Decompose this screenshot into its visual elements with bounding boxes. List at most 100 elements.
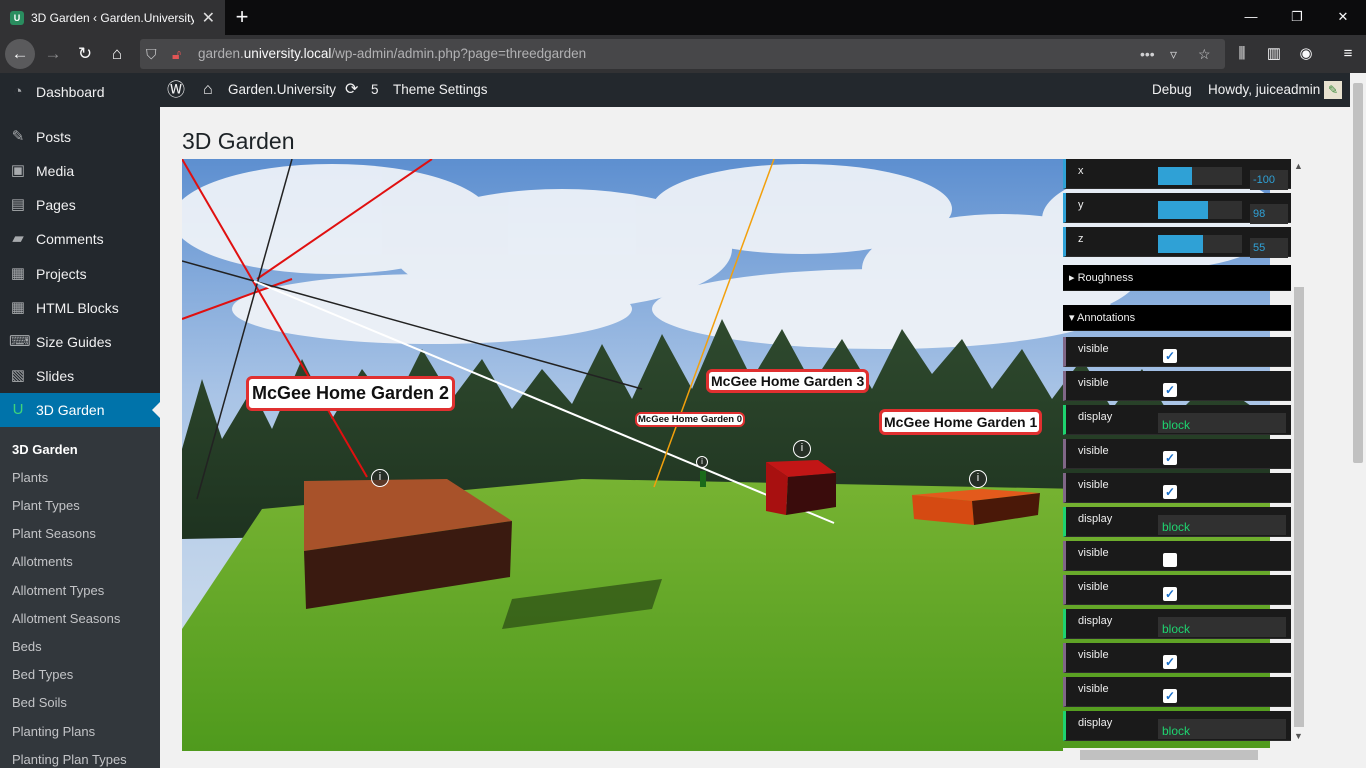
site-name-link[interactable]: Garden.University: [228, 73, 336, 107]
avatar[interactable]: ✎: [1324, 81, 1342, 99]
submenu-item-allotments[interactable]: Allotments: [12, 554, 73, 569]
info-icon[interactable]: i: [371, 469, 389, 487]
browser-tabbar: U 3D Garden ‹ Garden.University — ✕ + — …: [0, 0, 1366, 35]
display-text-field[interactable]: block: [1158, 719, 1286, 739]
gui-row-visible: visible ✓: [1063, 677, 1291, 707]
new-tab-button[interactable]: +: [230, 3, 254, 31]
shield-icon[interactable]: ⛉: [146, 39, 157, 69]
visible-checkbox[interactable]: ✓: [1163, 349, 1177, 363]
sidebar-toggle-icon[interactable]: ▥: [1260, 39, 1288, 69]
scrollbar-thumb[interactable]: [1353, 83, 1363, 463]
url-bar[interactable]: ⛉ 🔓︎ garden.university.local/wp-admin/ad…: [140, 39, 1225, 69]
visible-checkbox[interactable]: ✓: [1163, 451, 1177, 465]
z-number-field[interactable]: 55: [1250, 238, 1288, 258]
x-slider[interactable]: [1158, 167, 1242, 185]
info-icon[interactable]: i: [696, 456, 708, 468]
home-icon[interactable]: ⌂: [203, 73, 213, 107]
display-text-field[interactable]: block: [1158, 413, 1286, 433]
scrollbar-thumb[interactable]: [1294, 287, 1304, 727]
display-text-field[interactable]: block: [1158, 515, 1286, 535]
submenu-item-plant-types[interactable]: Plant Types: [12, 498, 80, 513]
visible-checkbox[interactable]: ✓: [1163, 383, 1177, 397]
url-host: university.local: [243, 46, 332, 61]
sidebar-item-label: Slides: [36, 368, 75, 384]
sidebar-item-posts[interactable]: ✎ Posts: [0, 120, 160, 154]
menu-icon[interactable]: ≡: [1334, 39, 1362, 69]
library-icon[interactable]: ⫼: [1228, 39, 1256, 69]
display-text-field[interactable]: block: [1158, 617, 1286, 637]
gui-scrollbar[interactable]: ▲ ▼: [1291, 159, 1307, 745]
browser-tab[interactable]: U 3D Garden ‹ Garden.University — ✕: [0, 0, 225, 35]
submenu-item-bed-types[interactable]: Bed Types: [12, 667, 73, 682]
insecure-lock-icon[interactable]: 🔓︎: [172, 39, 181, 69]
wordpress-logo-icon[interactable]: Ⓦ: [167, 73, 185, 107]
info-icon[interactable]: i: [793, 440, 811, 458]
gui-label: visible: [1078, 683, 1109, 695]
sidebar-item-pages[interactable]: ▤ Pages: [0, 188, 160, 222]
visible-checkbox[interactable]: ✓: [1163, 655, 1177, 669]
minimize-button[interactable]: —: [1228, 0, 1274, 35]
gui-label: visible: [1078, 479, 1109, 491]
submenu-item-planting-plan-types[interactable]: Planting Plan Types: [12, 752, 127, 767]
sidebar-item-slides[interactable]: ▧ Slides: [0, 359, 160, 393]
back-button[interactable]: ←: [5, 39, 35, 69]
sidebar-item-dashboard[interactable]: ◔ Dashboard: [0, 75, 160, 109]
visible-checkbox[interactable]: ✓: [1163, 485, 1177, 499]
restore-button[interactable]: ❐: [1274, 0, 1320, 35]
gui-horizontal-scrollbar[interactable]: [1063, 748, 1291, 762]
sidebar-item-size-guides[interactable]: ⌨ Size Guides: [0, 325, 160, 359]
garden-label-2[interactable]: McGee Home Garden 2: [246, 376, 456, 411]
sidebar-item-label: Pages: [36, 197, 76, 213]
sidebar-item-html-blocks[interactable]: ▦ HTML Blocks: [0, 291, 160, 325]
gui-label: visible: [1078, 445, 1109, 457]
updates-icon[interactable]: ⟳: [345, 73, 358, 107]
scrollbar-thumb[interactable]: [1080, 750, 1258, 760]
home-icon[interactable]: ⌂: [102, 39, 132, 69]
page-scrollbar[interactable]: [1350, 73, 1366, 768]
garden-label-3[interactable]: McGee Home Garden 3: [706, 369, 870, 393]
submenu-item-planting-plans[interactable]: Planting Plans: [12, 724, 95, 739]
gui-label: visible: [1078, 343, 1109, 355]
gui-label: visible: [1078, 547, 1109, 559]
x-number-field[interactable]: -100: [1250, 170, 1288, 190]
page-title: 3D Garden: [182, 128, 295, 154]
visible-checkbox[interactable]: [1163, 553, 1177, 567]
sidebar-item-media[interactable]: ▣ Media: [0, 154, 160, 188]
submenu-item-3d-garden[interactable]: 3D Garden: [12, 442, 78, 457]
pocket-icon[interactable]: ▿: [1170, 39, 1177, 69]
garden-label-0[interactable]: McGee Home Garden 0: [635, 412, 746, 427]
updates-count[interactable]: 5: [371, 73, 379, 107]
howdy-user-link[interactable]: Howdy, juiceadmin: [1208, 73, 1320, 107]
submenu-item-allotment-seasons[interactable]: Allotment Seasons: [12, 611, 120, 626]
submenu-item-allotment-types[interactable]: Allotment Types: [12, 583, 104, 598]
grid-icon: ▦: [10, 299, 26, 316]
visible-checkbox[interactable]: ✓: [1163, 689, 1177, 703]
page-actions-icon[interactable]: •••: [1140, 39, 1155, 69]
forward-button[interactable]: →: [38, 39, 68, 69]
sidebar-item-projects[interactable]: ▦ Projects: [0, 257, 160, 291]
annotations-folder[interactable]: ▾ Annotations: [1063, 305, 1291, 331]
submenu-item-plants[interactable]: Plants: [12, 470, 48, 485]
y-number-field[interactable]: 98: [1250, 204, 1288, 224]
debug-link[interactable]: Debug: [1152, 73, 1192, 107]
scroll-down-icon[interactable]: ▼: [1294, 731, 1303, 741]
submenu-item-plant-seasons[interactable]: Plant Seasons: [12, 526, 96, 541]
submenu-item-bed-soils[interactable]: Bed Soils: [12, 695, 67, 710]
bookmark-star-icon[interactable]: ☆: [1198, 39, 1211, 69]
close-window-button[interactable]: ✕: [1320, 0, 1366, 35]
gui-row-visible: visible ✓: [1063, 575, 1291, 605]
y-slider[interactable]: [1158, 201, 1242, 219]
roughness-folder[interactable]: ▸ Roughness: [1063, 265, 1291, 291]
theme-settings-link[interactable]: Theme Settings: [393, 73, 488, 107]
z-slider[interactable]: [1158, 235, 1242, 253]
scroll-up-icon[interactable]: ▲: [1294, 161, 1303, 171]
garden-label-1[interactable]: McGee Home Garden 1: [879, 409, 1043, 435]
visible-checkbox[interactable]: ✓: [1163, 587, 1177, 601]
sidebar-item-comments[interactable]: ▰ Comments: [0, 222, 160, 256]
submenu-item-beds[interactable]: Beds: [12, 639, 42, 654]
reload-button[interactable]: ↻: [70, 39, 100, 69]
sidebar-item-3d-garden[interactable]: U 3D Garden: [0, 393, 160, 427]
account-icon[interactable]: ◉: [1292, 39, 1320, 69]
close-tab-icon[interactable]: ✕: [202, 8, 215, 28]
info-icon[interactable]: i: [969, 470, 987, 488]
